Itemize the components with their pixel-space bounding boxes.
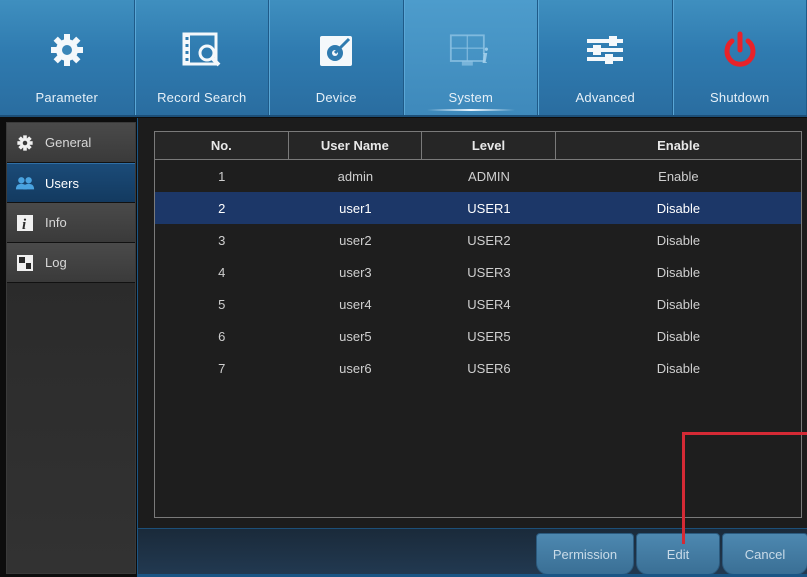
tab-label: Shutdown <box>710 90 770 105</box>
tab-system[interactable]: i System <box>403 0 538 115</box>
cell-level: USER3 <box>467 264 511 280</box>
sidebar-item-general[interactable]: General <box>7 123 135 163</box>
cell-level: USER6 <box>467 360 511 376</box>
cell-user-name: user2 <box>339 232 372 248</box>
cell-enable: Disable <box>656 232 701 248</box>
cell-no: 7 <box>218 360 226 376</box>
sidebar-empty-area <box>7 283 135 573</box>
sidebar-item-label: Log <box>45 255 67 270</box>
permission-button[interactable]: Permission <box>536 533 634 575</box>
table-row[interactable]: 6 user5 USER5 Disable <box>155 320 801 352</box>
table-row[interactable]: 5 user4 USER4 Disable <box>155 288 801 320</box>
sidebar: General Users i Info Log <box>6 122 136 574</box>
gear-icon <box>15 134 35 152</box>
table-row-selected[interactable]: 2 user1 USER1 Disable <box>155 192 801 224</box>
cell-user-name: admin <box>337 168 374 184</box>
gear-icon <box>45 30 89 70</box>
table-row[interactable]: 1 admin ADMIN Enable <box>155 160 801 192</box>
tab-parameter[interactable]: Parameter <box>0 0 135 115</box>
cancel-button[interactable]: Cancel <box>722 533 807 575</box>
cell-enable: Disable <box>656 200 701 216</box>
tab-device[interactable]: Device <box>269 0 404 115</box>
hdd-icon <box>314 30 358 70</box>
cell-user-name: user4 <box>339 296 372 312</box>
edit-button[interactable]: Edit <box>636 533 720 575</box>
sidebar-item-label: Info <box>45 215 67 230</box>
power-icon <box>718 30 762 70</box>
tab-label: Device <box>315 90 357 105</box>
highlight-callout-line <box>682 432 685 544</box>
cell-user-name: user1 <box>339 200 372 216</box>
cell-user-name: user3 <box>339 264 372 280</box>
cell-level: USER4 <box>467 296 511 312</box>
column-header-no: No. <box>155 132 289 159</box>
cell-level: USER1 <box>467 200 511 216</box>
tab-shutdown[interactable]: Shutdown <box>672 0 807 115</box>
tab-advanced[interactable]: Advanced <box>538 0 673 115</box>
cell-level: USER5 <box>467 328 511 344</box>
cell-enable: Disable <box>656 264 701 280</box>
users-icon <box>15 174 35 192</box>
sidebar-item-label: General <box>45 135 92 150</box>
tab-label: Advanced <box>575 90 635 105</box>
cell-no: 4 <box>218 264 226 280</box>
cell-no: 1 <box>218 168 226 184</box>
sliders-icon <box>583 30 627 70</box>
sidebar-item-info[interactable]: i Info <box>7 203 135 243</box>
top-menu-bar: Parameter Record Search Device i System … <box>0 0 807 117</box>
sidebar-item-log[interactable]: Log <box>7 243 135 283</box>
column-header-enable: Enable <box>657 138 700 153</box>
table-header: No. User Name Level Enable <box>155 132 801 160</box>
users-table: No. User Name Level Enable 1 admin ADMIN… <box>154 131 802 518</box>
cell-enable: Enable <box>658 168 699 184</box>
tab-label: System <box>405 90 538 111</box>
cell-level: USER2 <box>467 232 511 248</box>
sidebar-item-users[interactable]: Users <box>7 163 135 203</box>
film-search-icon <box>180 30 224 70</box>
log-icon <box>15 254 35 272</box>
main-panel: No. User Name Level Enable 1 admin ADMIN… <box>137 118 807 577</box>
cell-enable: Disable <box>656 296 701 312</box>
svg-text:i: i <box>482 43 489 68</box>
tab-label: Parameter <box>35 90 98 105</box>
table-row[interactable]: 3 user2 USER2 Disable <box>155 224 801 256</box>
cell-level: ADMIN <box>468 168 510 184</box>
cell-no: 2 <box>218 200 226 216</box>
tab-label: Record Search <box>157 90 247 105</box>
table-row[interactable]: 7 user6 USER6 Disable <box>155 352 801 384</box>
system-info-icon: i <box>449 30 493 70</box>
cell-enable: Disable <box>656 360 701 376</box>
column-header-level: Level <box>422 132 556 159</box>
cell-no: 6 <box>218 328 226 344</box>
sidebar-item-label: Users <box>45 175 79 191</box>
highlight-callout-line <box>682 432 807 435</box>
cell-user-name: user6 <box>339 360 372 376</box>
cell-no: 3 <box>218 232 226 248</box>
table-row[interactable]: 4 user3 USER3 Disable <box>155 256 801 288</box>
tab-record-search[interactable]: Record Search <box>134 0 269 115</box>
cell-user-name: user5 <box>339 328 372 344</box>
cell-enable: Disable <box>656 328 701 344</box>
info-icon: i <box>15 214 35 232</box>
cell-no: 5 <box>218 296 226 312</box>
column-header-user-name: User Name <box>289 132 423 159</box>
